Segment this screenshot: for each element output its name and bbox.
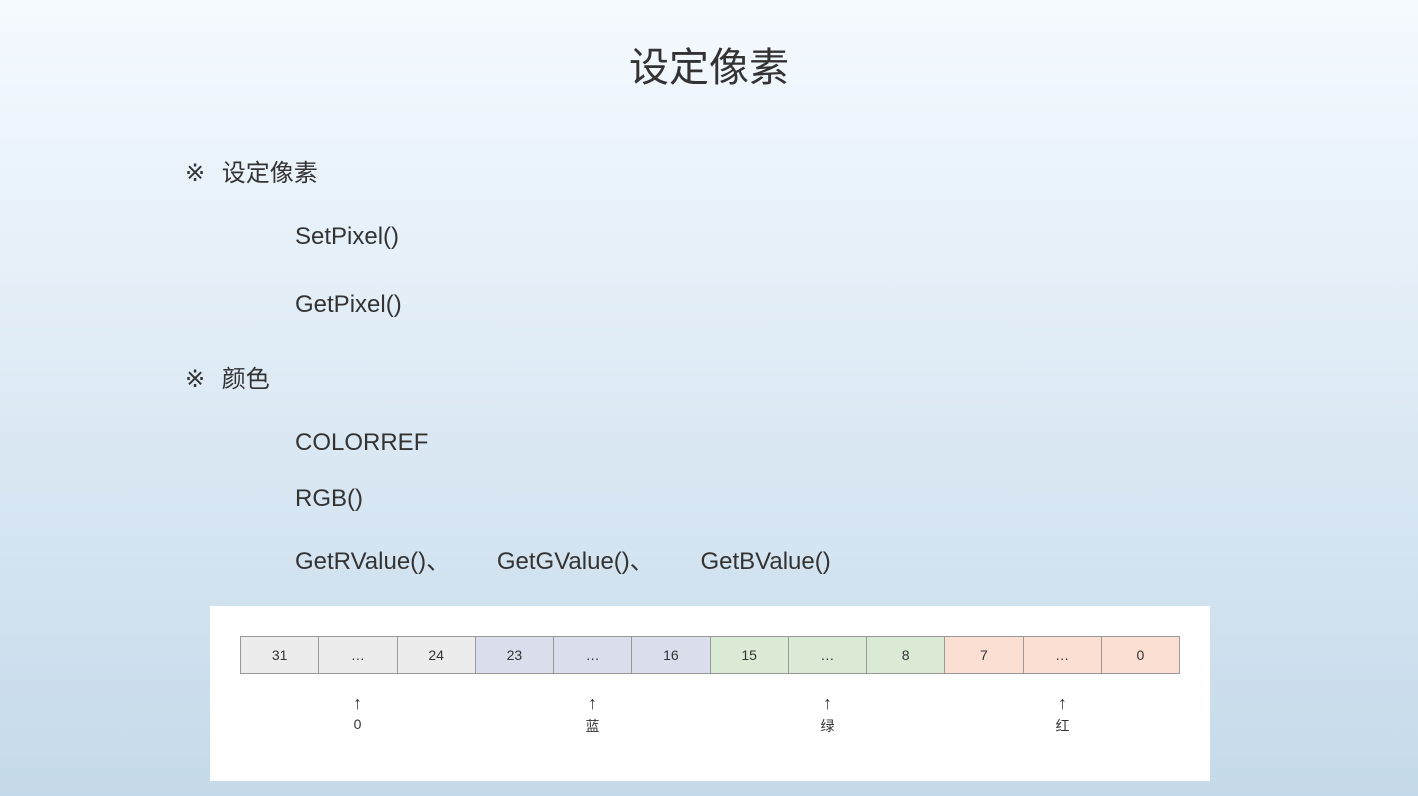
item-getrvalue: GetRValue()、 [295, 541, 450, 576]
bit-cell: … [554, 637, 632, 673]
bullet-icon: ※ [185, 159, 205, 188]
arrow-zero: ↑ 0 [240, 694, 475, 736]
section-color: ※ 颜色 [185, 359, 1418, 394]
section-pixel: ※ 设定像素 [185, 153, 1418, 188]
item-getbvalue: GetBValue() [700, 548, 830, 576]
arrow-label: 绿 [710, 716, 945, 736]
content-block: ※ 设定像素 SetPixel() GetPixel() ※ 颜色 COLORR… [185, 153, 1418, 576]
item-rgb: RGB() [295, 485, 1418, 513]
bit-row: 31 … 24 23 … 16 15 … 8 7 … 0 [240, 636, 1180, 674]
bit-cell: 24 [398, 637, 476, 673]
item-getpixel: GetPixel() [295, 291, 1418, 319]
item-setpixel: SetPixel() [295, 223, 1418, 251]
arrow-label: 0 [240, 716, 475, 732]
arrow-label: 红 [945, 716, 1180, 736]
bit-cell: 16 [632, 637, 710, 673]
bit-cell: … [319, 637, 397, 673]
bit-cell: 15 [711, 637, 789, 673]
arrow-blue: ↑ 蓝 [475, 694, 710, 736]
arrow-green: ↑ 绿 [710, 694, 945, 736]
bit-cell: 23 [476, 637, 554, 673]
arrow-label: 蓝 [475, 716, 710, 736]
bit-cell: … [789, 637, 867, 673]
section-pixel-label: 设定像素 [222, 160, 318, 187]
item-getters: GetRValue()、 GetGValue()、 GetBValue() [295, 541, 1418, 576]
arrow-up-icon: ↑ [945, 694, 1180, 712]
arrow-up-icon: ↑ [240, 694, 475, 712]
item-getgvalue: GetGValue()、 [497, 541, 654, 576]
arrow-up-icon: ↑ [710, 694, 945, 712]
arrow-up-icon: ↑ [475, 694, 710, 712]
bit-diagram: 31 … 24 23 … 16 15 … 8 7 … 0 ↑ 0 ↑ 蓝 ↑ 绿… [210, 606, 1210, 781]
section-color-label: 颜色 [222, 366, 270, 393]
bit-cell: 31 [241, 637, 319, 673]
bit-cell: 7 [945, 637, 1023, 673]
bullet-icon: ※ [185, 365, 205, 394]
item-colorref: COLORREF [295, 429, 1418, 457]
bit-cell: … [1024, 637, 1102, 673]
slide-title: 设定像素 [0, 0, 1418, 93]
arrow-red: ↑ 红 [945, 694, 1180, 736]
bit-cell: 0 [1102, 637, 1179, 673]
arrow-row: ↑ 0 ↑ 蓝 ↑ 绿 ↑ 红 [240, 694, 1180, 736]
bit-cell: 8 [867, 637, 945, 673]
